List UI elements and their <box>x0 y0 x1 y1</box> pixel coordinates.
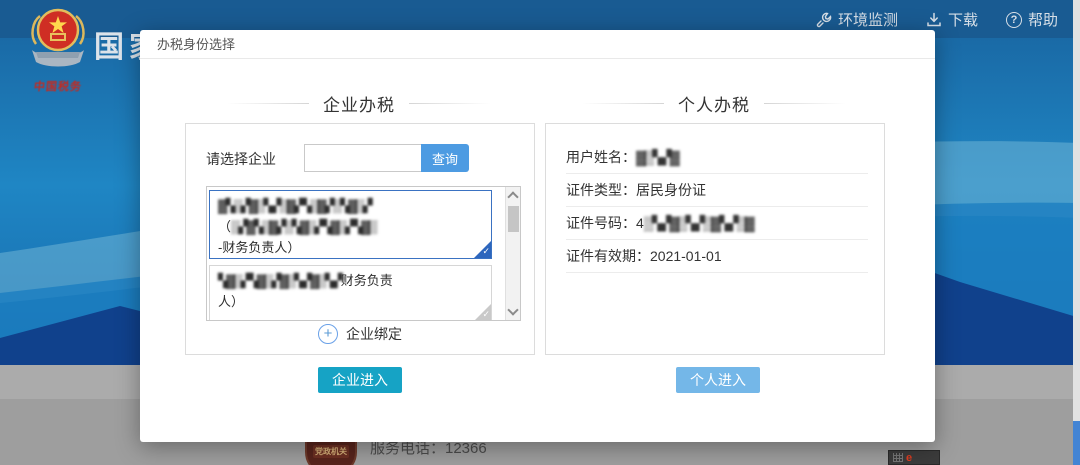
menu-item-download[interactable]: 下载 <box>926 9 978 30</box>
personal-section-title: 个人办税 <box>678 91 750 116</box>
divider-line <box>764 103 846 104</box>
menu-item-environment-monitor[interactable]: 环境监测 <box>816 9 898 30</box>
download-icon <box>926 12 942 28</box>
personal-panel: 用户姓名：▓▒▚▞▓ 证件类型：居民身份证 证件号码：4▒▚▞▓▒▚▞▒▓▚▞▒… <box>545 123 885 355</box>
info-value: 4 <box>636 215 644 231</box>
wrench-icon <box>816 12 832 28</box>
personal-enter-button[interactable]: 个人进入 <box>676 367 760 393</box>
plus-circle-icon: + <box>318 324 338 344</box>
redacted-text: ▒▚▞▓▒▚▞▒▓▚▞▒▓ <box>644 215 753 231</box>
info-label: 用户姓名： <box>566 149 636 165</box>
divider-line <box>582 103 664 104</box>
enterprise-listbox: ▓▚▒▞▓▒▚▞▒▓▞▚▒▓▞▒▚▓▒▞ （▒▞▓▚▒▓▞▒▚▓▒▞▚▓▒▞▚▓… <box>206 186 521 321</box>
tax-emblem-icon <box>26 6 90 72</box>
menu-item-help[interactable]: ? 帮助 <box>1006 9 1058 30</box>
info-row-id-validity: 证件有效期：2021-01-01 <box>566 240 868 273</box>
unselected-check-corner: ✓ <box>474 304 491 321</box>
badge-dots-icon <box>893 453 903 462</box>
enterprise-bind-label: 企业绑定 <box>346 324 402 344</box>
dialog-title: 办税身份选择 <box>140 30 935 59</box>
government-badge-label: 党政机关 <box>313 445 349 458</box>
enterprise-section-header: 企业办税 <box>227 88 491 118</box>
info-row-username: 用户姓名：▓▒▚▞▓ <box>566 141 868 174</box>
info-value: 2021-01-01 <box>650 248 722 264</box>
info-label: 证件有效期： <box>566 248 650 264</box>
list-scrollbar[interactable] <box>505 187 520 320</box>
scroll-down-icon[interactable] <box>507 304 518 315</box>
page-scrollbar[interactable] <box>1073 0 1080 465</box>
personal-info-rows: 用户姓名：▓▒▚▞▓ 证件类型：居民身份证 证件号码：4▒▚▞▓▒▚▞▒▓▚▞▒… <box>566 141 868 273</box>
divider-line <box>227 103 309 104</box>
info-label: 证件类型： <box>566 182 636 198</box>
certification-badge: e <box>888 450 940 465</box>
redacted-text: ▚▓▒▞▚▓▒▞▓▒▚▞▓▒▚▞ <box>218 273 341 288</box>
logo-caption: 中国税务 <box>21 78 95 94</box>
enterprise-section-title: 企业办税 <box>323 91 395 116</box>
page-scrollbar-thumb[interactable] <box>1073 421 1080 465</box>
badge-red-icon: e <box>906 453 912 463</box>
menu-label: 下载 <box>948 9 978 30</box>
select-enterprise-label: 请选择企业 <box>206 149 276 169</box>
enterprise-panel: 请选择企业 查询 ▓▚▒▞▓▒▚▞▒▓▞▚▒▓▞▒▚▓▒▞ （▒▞▓▚▒▓▞▒▚… <box>185 123 535 355</box>
tax-administration-logo: 中国税务 <box>22 6 94 94</box>
page: 中国税务 国家 环境监测 下载 ? 帮助 党政机关 服务电话：12366 <box>0 0 1080 465</box>
menu-label: 帮助 <box>1028 9 1058 30</box>
enterprise-search-input[interactable] <box>304 144 421 172</box>
personal-section-header: 个人办税 <box>582 88 846 118</box>
role-text: 财务负责 <box>341 273 393 288</box>
redacted-text: ▓▒▚▞▓ <box>636 149 678 165</box>
check-icon: ✓ <box>482 245 490 257</box>
menu-label: 环境监测 <box>838 9 898 30</box>
role-text: -财务负责人） <box>218 240 300 255</box>
redacted-text: ▒▞▓▚▒▓▞▒▚▓▒▞▚▓▒▞▚▓▒ <box>231 219 376 234</box>
enterprise-list-item[interactable]: ▚▓▒▞▚▓▒▞▓▒▚▞▓▒▚▞财务负责 人） ✓ <box>209 265 492 321</box>
enterprise-enter-button[interactable]: 企业进入 <box>318 367 402 393</box>
search-button[interactable]: 查询 <box>421 144 469 172</box>
divider-line <box>409 103 491 104</box>
scroll-up-icon[interactable] <box>507 191 518 202</box>
redacted-text: ▓▚▒▞▓▒▚▞▒▓▞▚▒▓▞▒▚▓▒▞ <box>218 198 371 213</box>
identity-select-dialog: 办税身份选择 企业办税 个人办税 请选择企业 查询 ▓▚▒▞▓▒▚▞▒▓▞▚▒▓… <box>140 30 935 442</box>
info-row-id-number: 证件号码：4▒▚▞▓▒▚▞▒▓▚▞▒▓ <box>566 207 868 240</box>
enterprise-list-item-selected[interactable]: ▓▚▒▞▓▒▚▞▒▓▞▚▒▓▞▒▚▓▒▞ （▒▞▓▚▒▓▞▒▚▓▒▞▚▓▒▞▚▓… <box>209 190 492 259</box>
role-text: 人） <box>218 294 244 309</box>
info-row-id-type: 证件类型：居民身份证 <box>566 174 868 207</box>
enterprise-search-row: 请选择企业 查询 <box>186 144 534 172</box>
info-label: 证件号码： <box>566 215 636 231</box>
enterprise-bind-link[interactable]: + 企业绑定 <box>186 324 534 344</box>
help-icon: ? <box>1006 12 1022 28</box>
paren-text: （ <box>218 219 231 234</box>
list-scrollbar-thumb[interactable] <box>508 206 519 232</box>
top-menu: 环境监测 下载 ? 帮助 <box>816 9 1058 30</box>
info-value: 居民身份证 <box>636 182 706 198</box>
check-icon: ✓ <box>482 308 490 320</box>
selected-check-corner: ✓ <box>474 241 491 258</box>
